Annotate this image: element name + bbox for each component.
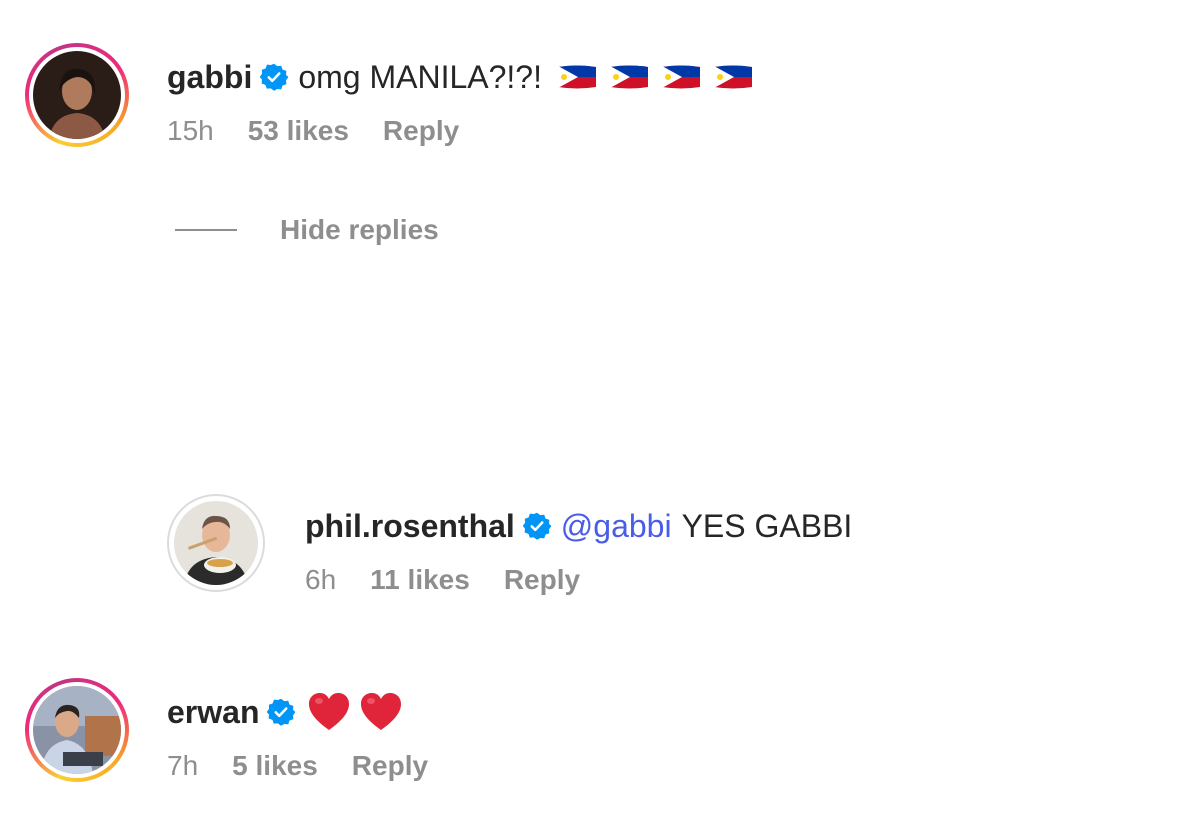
username[interactable]: phil.rosenthal — [305, 506, 515, 546]
comment-gabbi: gabbi omg MANILA?!?! 15h 53 likes Reply — [25, 43, 754, 147]
story-ring[interactable] — [25, 678, 129, 782]
likes-count[interactable]: 53 likes — [248, 115, 349, 147]
comment-text: YES GABBI — [681, 508, 853, 544]
avatar-ring[interactable] — [167, 494, 265, 592]
verified-badge-icon — [522, 512, 551, 540]
verified-badge-icon — [267, 698, 296, 726]
philippines-flag-icon — [608, 63, 650, 91]
philippines-flag-icon — [660, 63, 702, 91]
hide-replies-button[interactable]: Hide replies — [175, 214, 439, 246]
comment-text: omg MANILA?!?! — [298, 59, 542, 95]
reply-button[interactable]: Reply — [504, 564, 580, 596]
likes-count[interactable]: 5 likes — [232, 750, 318, 782]
reply-button[interactable]: Reply — [383, 115, 459, 147]
reply-phil-rosenthal: phil.rosenthal @gabbi YES GABBI 6h 11 li… — [167, 494, 852, 596]
red-heart-icon — [359, 692, 403, 732]
story-ring[interactable] — [25, 43, 129, 147]
avatar — [174, 501, 258, 585]
comment-erwan: erwan 7h 5 likes Reply — [25, 678, 428, 782]
divider — [175, 229, 237, 231]
hide-replies-label: Hide replies — [280, 214, 439, 245]
mention-link[interactable]: @gabbi — [561, 506, 672, 546]
username[interactable]: gabbi — [167, 57, 252, 97]
timestamp: 15h — [167, 115, 214, 146]
verified-badge-icon — [260, 63, 289, 91]
timestamp: 7h — [167, 750, 199, 781]
philippines-flag-icon — [556, 63, 598, 91]
philippines-flag-icon — [712, 63, 754, 91]
timestamp: 6h — [305, 564, 337, 595]
likes-count[interactable]: 11 likes — [370, 564, 470, 596]
red-heart-icon — [307, 692, 351, 732]
reply-button[interactable]: Reply — [352, 750, 428, 782]
avatar — [33, 686, 121, 774]
username[interactable]: erwan — [167, 692, 259, 732]
avatar — [33, 51, 121, 139]
